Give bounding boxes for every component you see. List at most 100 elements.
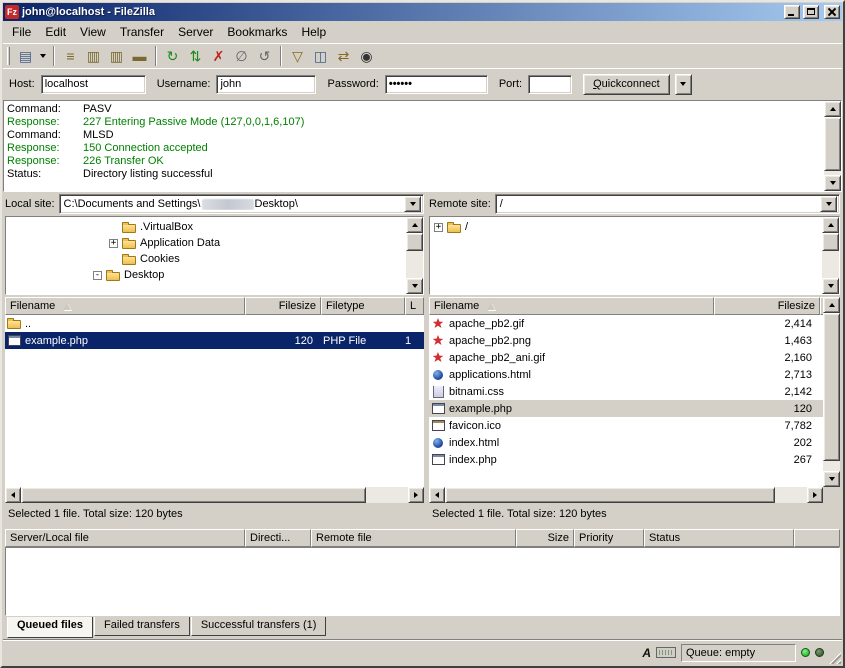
menu-transfer[interactable]: Transfer (113, 23, 171, 41)
scrollbar-track[interactable] (822, 251, 839, 278)
scroll-down-button[interactable] (406, 278, 423, 294)
scroll-down-button[interactable] (823, 471, 840, 487)
column-header-priority[interactable]: Priority (574, 529, 644, 547)
scrollbar-thumb[interactable] (824, 117, 841, 171)
scrollbar-track[interactable] (823, 461, 840, 471)
resize-grip[interactable] (828, 651, 841, 664)
site-manager-button[interactable]: ▤ (14, 45, 37, 67)
scrollbar-track[interactable] (366, 487, 408, 503)
toggle-local-tree-button[interactable]: ▥ (82, 45, 105, 67)
scroll-up-button[interactable] (822, 217, 839, 233)
local-tree-scrollbar[interactable] (406, 217, 423, 294)
password-input[interactable] (385, 75, 488, 94)
port-input[interactable] (528, 75, 572, 94)
host-input[interactable] (41, 75, 146, 94)
remote-file-row[interactable]: favicon.ico 7,782 (429, 417, 823, 434)
scroll-right-button[interactable] (807, 487, 823, 503)
column-header-lastmodified[interactable]: L (405, 297, 424, 315)
tree-item[interactable]: -Desktop (93, 267, 406, 283)
column-header-filesize[interactable]: Filesize (714, 297, 820, 315)
remote-file-row[interactable]: apache_pb2_ani.gif 2,160 (429, 349, 823, 366)
expander-icon[interactable]: - (93, 271, 102, 280)
combobox-dropdown-button[interactable] (820, 196, 837, 212)
tab-successful-transfers[interactable]: Successful transfers (1) (191, 617, 327, 636)
expander-icon[interactable]: + (434, 223, 443, 232)
find-button[interactable]: ◉ (355, 45, 378, 67)
remote-tree-scrollbar[interactable] (822, 217, 839, 294)
remote-file-row[interactable]: apache_pb2.png 1,463 (429, 332, 823, 349)
scrollbar-track[interactable] (406, 251, 423, 278)
tree-item[interactable]: +/ (434, 219, 822, 235)
column-header-filesize[interactable]: Filesize (245, 297, 321, 315)
column-header-filename[interactable]: Filename (5, 297, 245, 315)
column-header-server-local-file[interactable]: Server/Local file (5, 529, 245, 547)
process-queue-button[interactable]: ⇅ (184, 45, 207, 67)
menu-view[interactable]: View (73, 23, 113, 41)
scroll-left-button[interactable] (5, 487, 21, 503)
toggle-message-log-button[interactable]: ≡ (59, 45, 82, 67)
local-horizontal-scrollbar[interactable] (5, 487, 424, 503)
refresh-button[interactable]: ↻ (161, 45, 184, 67)
remote-site-combobox[interactable]: / (495, 194, 840, 214)
expander-icon[interactable]: + (109, 239, 118, 248)
column-header-direction[interactable]: Directi... (245, 529, 311, 547)
toggle-queue-button[interactable]: ▬ (128, 45, 151, 67)
column-header-size[interactable]: Size (516, 529, 574, 547)
remote-file-row[interactable]: example.php 120 (429, 400, 823, 417)
scroll-right-button[interactable] (408, 487, 424, 503)
scrollbar-track[interactable] (775, 487, 807, 503)
combobox-dropdown-button[interactable] (404, 196, 421, 212)
scroll-down-button[interactable] (822, 278, 839, 294)
minimize-button[interactable] (784, 5, 800, 19)
menu-edit[interactable]: Edit (38, 23, 73, 41)
disconnect-button[interactable]: ∅ (230, 45, 253, 67)
tab-failed-transfers[interactable]: Failed transfers (94, 617, 190, 636)
column-header-filetype[interactable]: Filetype (321, 297, 405, 315)
local-file-row[interactable]: .. (5, 315, 424, 332)
cancel-button[interactable]: ✗ (207, 45, 230, 67)
filter-button[interactable]: ▽ (286, 45, 309, 67)
close-button[interactable] (824, 5, 840, 19)
scroll-up-button[interactable] (824, 101, 841, 117)
scroll-left-button[interactable] (429, 487, 445, 503)
reconnect-button[interactable]: ↺ (253, 45, 276, 67)
remote-file-row[interactable]: index.html 202 (429, 434, 823, 451)
column-header-filename[interactable]: Filename (429, 297, 714, 315)
remote-file-row[interactable]: apache_pb2.gif 2,414 (429, 315, 823, 332)
local-site-combobox[interactable]: C:\Documents and Settings\Desktop\ (59, 194, 424, 214)
column-header-status[interactable]: Status (644, 529, 794, 547)
scrollbar-thumb[interactable] (21, 487, 366, 503)
column-header-remote-file[interactable]: Remote file (311, 529, 516, 547)
scroll-down-button[interactable] (824, 175, 841, 191)
tree-item[interactable]: .VirtualBox (109, 219, 406, 235)
quickconnect-button[interactable]: Quickconnect (583, 74, 670, 95)
site-manager-dropdown-button[interactable] (37, 45, 49, 67)
compare-button[interactable]: ◫ (309, 45, 332, 67)
tab-queued-files[interactable]: Queued files (7, 617, 93, 638)
scrollbar-thumb[interactable] (445, 487, 775, 503)
tree-item[interactable]: Cookies (109, 251, 406, 267)
menu-help[interactable]: Help (294, 23, 333, 41)
remote-file-row[interactable]: index.php 267 (429, 451, 823, 468)
menu-server[interactable]: Server (171, 23, 220, 41)
scroll-up-button[interactable] (823, 297, 840, 313)
log-scrollbar[interactable] (824, 101, 841, 191)
scrollbar-thumb[interactable] (823, 313, 840, 461)
titlebar[interactable]: Fz john@localhost - FileZilla (3, 3, 842, 21)
menu-file[interactable]: File (5, 23, 38, 41)
scrollbar-thumb[interactable] (406, 233, 423, 251)
username-input[interactable] (216, 75, 316, 94)
remote-file-row[interactable]: bitnami.css 2,142 (429, 383, 823, 400)
remote-file-row[interactable]: applications.html 2,713 (429, 366, 823, 383)
quickconnect-dropdown-button[interactable] (675, 74, 692, 95)
local-file-row[interactable]: example.php 120 PHP File 1 (5, 332, 424, 349)
toggle-remote-tree-button[interactable]: ▥ (105, 45, 128, 67)
menu-bookmarks[interactable]: Bookmarks (220, 23, 294, 41)
remote-horizontal-scrollbar[interactable] (429, 487, 823, 503)
scroll-up-button[interactable] (406, 217, 423, 233)
remote-list-scrollbar[interactable] (823, 297, 840, 487)
sync-browsing-button[interactable]: ⇄ (332, 45, 355, 67)
maximize-button[interactable] (803, 5, 819, 19)
tree-item[interactable]: +Application Data (109, 235, 406, 251)
scrollbar-thumb[interactable] (822, 233, 839, 251)
